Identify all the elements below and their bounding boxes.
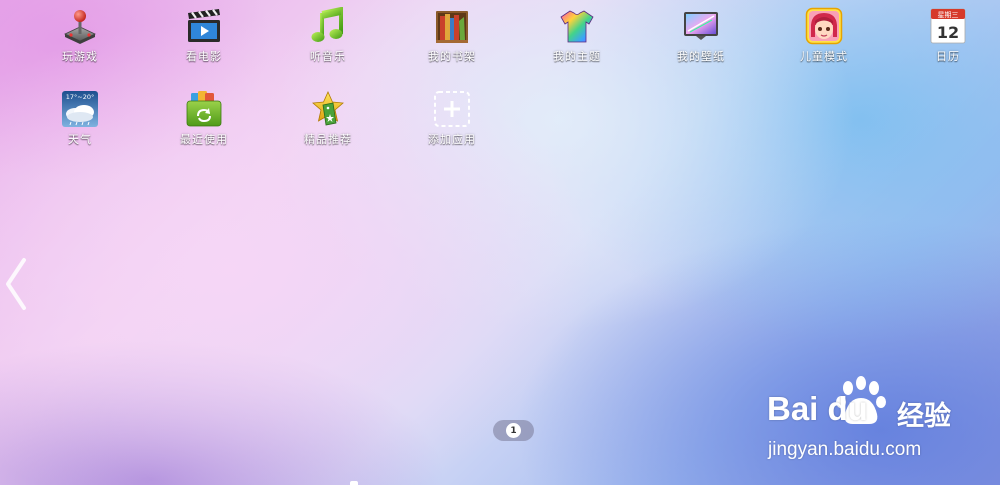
app-weather[interactable]: 17°~20° 天气 — [30, 90, 130, 147]
app-movies[interactable]: 看电影 — [154, 7, 254, 64]
app-themes[interactable]: 我的主题 — [527, 7, 627, 64]
app-label: 添加应用 — [428, 133, 476, 146]
app-add[interactable]: 添加应用 — [402, 90, 502, 147]
tshirt-icon — [560, 10, 594, 43]
app-label: 听音乐 — [310, 50, 346, 63]
app-label: 我的主题 — [553, 50, 601, 63]
bottom-marker — [350, 481, 358, 485]
star-tag-icon — [312, 91, 344, 126]
app-featured[interactable]: 精品推荐 — [278, 90, 378, 147]
app-label: 儿童模式 — [800, 50, 848, 63]
page-dot-current: 1 — [506, 423, 521, 438]
child-face-icon — [805, 7, 843, 45]
weather-icon: 17°~20° — [62, 91, 98, 127]
app-label: 看电影 — [186, 50, 222, 63]
calendar-icon: 星期三 12 — [930, 8, 966, 44]
music-note-icon — [311, 7, 343, 42]
weather-temp: 17°~20° — [66, 93, 95, 101]
watermark-brand: Bai du — [767, 390, 868, 427]
wallpaper-icon — [684, 12, 718, 40]
clapperboard-icon — [188, 9, 220, 42]
app-label: 精品推荐 — [304, 133, 352, 146]
app-games[interactable]: 玩游戏 — [30, 7, 130, 64]
app-label: 我的壁纸 — [677, 50, 725, 63]
app-label: 我的书架 — [428, 50, 476, 63]
app-label: 日历 — [936, 50, 960, 63]
watermark-url: jingyan.baidu.com — [768, 439, 922, 460]
app-recent[interactable]: 最近使用 — [154, 90, 254, 147]
app-wallpaper[interactable]: 我的壁纸 — [651, 7, 751, 64]
chevron-left-icon[interactable] — [2, 256, 28, 312]
bookshelf-icon — [436, 11, 468, 43]
app-music[interactable]: 听音乐 — [278, 7, 378, 64]
app-label: 玩游戏 — [62, 50, 98, 63]
page-indicator[interactable]: 1 — [493, 420, 534, 441]
watermark-cn: 经验 — [897, 401, 951, 432]
calendar-day: 12 — [937, 23, 959, 42]
baidu-jingyan-watermark: Bai du 经验 jingyan.baidu.com — [765, 376, 990, 468]
app-kids-mode[interactable]: 儿童模式 — [774, 7, 874, 64]
app-label: 最近使用 — [180, 133, 228, 146]
joystick-icon — [64, 10, 96, 44]
app-calendar[interactable]: 星期三 12 日历 — [898, 7, 998, 64]
recent-box-icon — [186, 91, 222, 127]
app-label: 天气 — [68, 133, 92, 146]
add-app-icon — [434, 91, 470, 127]
app-bookshelf[interactable]: 我的书架 — [402, 7, 502, 64]
calendar-weekday: 星期三 — [938, 11, 959, 19]
